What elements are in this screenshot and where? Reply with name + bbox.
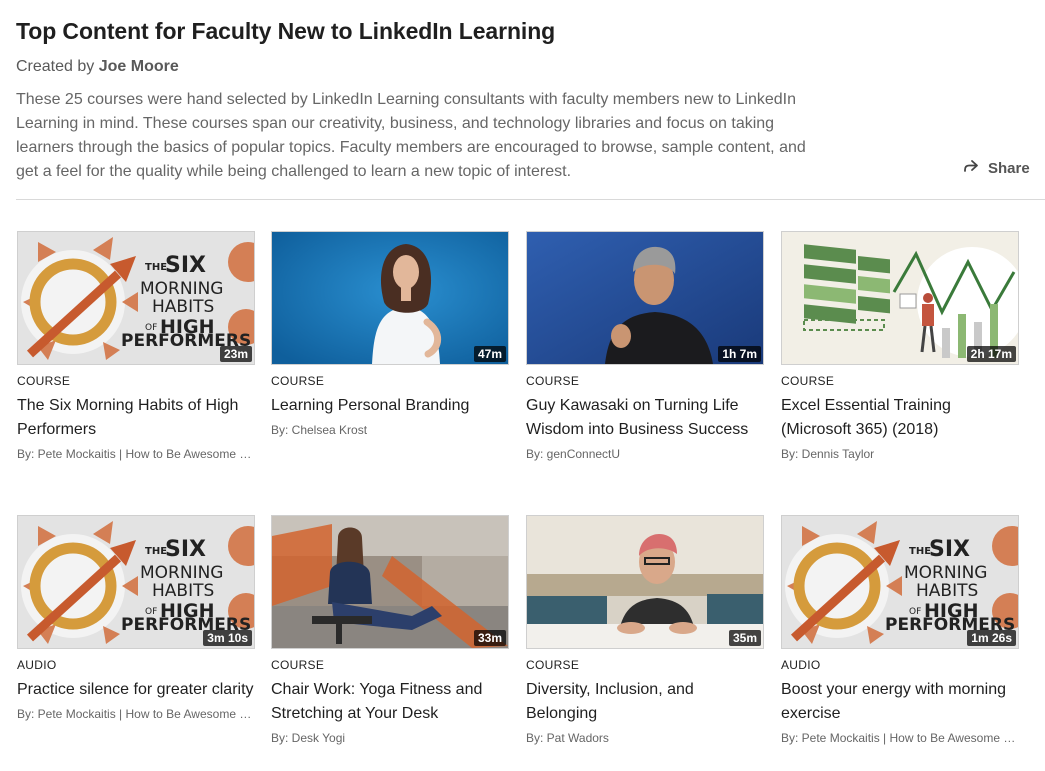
content-type-label: COURSE xyxy=(781,374,835,388)
content-type-label: COURSE xyxy=(271,658,325,672)
card-author: By: Dennis Taylor xyxy=(781,447,875,461)
svg-text:THE: THE xyxy=(145,262,167,273)
card-thumbnail[interactable]: THE SIX MORNING HABITS OF HIGH PERFORMER… xyxy=(17,231,255,365)
card-thumbnail[interactable]: THE SIX MORNING HABITS OF HIGH PERFORMER… xyxy=(781,515,1019,649)
card-author: By: Desk Yogi xyxy=(271,731,346,745)
content-type-label: COURSE xyxy=(526,374,580,388)
card-thumbnail[interactable]: 2h 17m xyxy=(781,231,1019,365)
svg-text:MORNING: MORNING xyxy=(140,279,223,299)
duration-badge: 1m 26s xyxy=(967,630,1016,646)
card-author: By: Pete Mockaitis | How to Be Awesome a… xyxy=(17,447,255,461)
duration-badge: 33m xyxy=(473,630,506,646)
share-label: Share xyxy=(988,159,1030,177)
content-card[interactable]: 35m COURSE Diversity, Inclusion, and Bel… xyxy=(526,515,764,745)
share-arrow-icon xyxy=(962,157,980,179)
card-author: By: Pat Wadors xyxy=(526,731,609,745)
card-title[interactable]: Chair Work: Yoga Fitness and Stretching … xyxy=(271,678,509,726)
author-name[interactable]: Joe Moore xyxy=(99,58,179,75)
svg-text:SIX: SIX xyxy=(929,537,970,562)
duration-badge: 35m xyxy=(728,630,761,646)
svg-text:MORNING: MORNING xyxy=(140,563,223,583)
created-by-prefix: Created by xyxy=(16,58,95,75)
excel-illustration-thumbnail xyxy=(782,232,1018,364)
presenter-thumbnail xyxy=(527,516,763,648)
card-title[interactable]: Diversity, Inclusion, and Belonging xyxy=(526,678,764,726)
svg-text:HABITS: HABITS xyxy=(152,581,214,601)
svg-text:HABITS: HABITS xyxy=(152,297,214,317)
card-thumbnail[interactable]: 35m xyxy=(526,515,764,649)
card-title[interactable]: Learning Personal Branding xyxy=(271,394,509,418)
duration-badge: 47m xyxy=(473,346,506,362)
page-title: Top Content for Faculty New to LinkedIn … xyxy=(16,18,556,44)
svg-text:THE: THE xyxy=(909,546,931,557)
content-card[interactable]: THE SIX MORNING HABITS OF HIGH PERFORMER… xyxy=(17,231,255,461)
svg-text:HABITS: HABITS xyxy=(916,581,978,601)
content-card[interactable]: 1h 7m COURSE Guy Kawasaki on Turning Lif… xyxy=(526,231,764,461)
content-card[interactable]: 47m COURSE Learning Personal Branding By… xyxy=(271,231,509,437)
card-title[interactable]: The Six Morning Habits of High Performer… xyxy=(17,394,255,442)
svg-text:THE: THE xyxy=(145,546,167,557)
speaker-thumbnail xyxy=(527,232,763,364)
svg-text:SIX: SIX xyxy=(165,537,206,562)
content-card[interactable]: THE SIX MORNING HABITS OF HIGH PERFORMER… xyxy=(17,515,255,721)
card-thumbnail[interactable]: 47m xyxy=(271,231,509,365)
share-button[interactable]: Share xyxy=(962,157,1030,179)
content-card[interactable]: 2h 17m COURSE Excel Essential Training (… xyxy=(781,231,1019,461)
card-title[interactable]: Practice silence for greater clarity xyxy=(17,678,255,702)
six-habits-thumbnail: THE SIX MORNING HABITS OF HIGH PERFORMER… xyxy=(18,232,254,364)
content-type-label: AUDIO xyxy=(781,658,821,672)
duration-badge: 2h 17m xyxy=(966,346,1016,362)
card-thumbnail[interactable]: THE SIX MORNING HABITS OF HIGH PERFORMER… xyxy=(17,515,255,649)
content-type-label: AUDIO xyxy=(17,658,57,672)
card-title[interactable]: Excel Essential Training (Microsoft 365)… xyxy=(781,394,1019,442)
yoga-office-thumbnail xyxy=(272,516,508,648)
card-author: By: genConnectU xyxy=(526,447,621,461)
created-by: Created by Joe Moore xyxy=(16,58,179,76)
content-type-label: COURSE xyxy=(17,374,71,388)
collection-description: These 25 courses were hand selected by L… xyxy=(16,91,806,180)
content-card[interactable]: 33m COURSE Chair Work: Yoga Fitness and … xyxy=(271,515,509,745)
content-card[interactable]: THE SIX MORNING HABITS OF HIGH PERFORMER… xyxy=(781,515,1019,745)
card-thumbnail[interactable]: 33m xyxy=(271,515,509,649)
personal-branding-thumbnail xyxy=(272,232,508,364)
card-thumbnail[interactable]: 1h 7m xyxy=(526,231,764,365)
duration-badge: 1h 7m xyxy=(718,346,761,362)
six-habits-thumbnail: THE SIX MORNING HABITS OF HIGH PERFORMER… xyxy=(782,516,1018,648)
card-author: By: Pete Mockaitis | How to Be Awesome a… xyxy=(781,731,1019,745)
six-habits-thumbnail: THE SIX MORNING HABITS OF HIGH PERFORMER… xyxy=(18,516,254,648)
card-title[interactable]: Boost your energy with morning exercise xyxy=(781,678,1019,726)
header-divider xyxy=(16,199,1045,200)
card-author: By: Chelsea Krost xyxy=(271,423,368,437)
content-type-label: COURSE xyxy=(526,658,580,672)
content-type-label: COURSE xyxy=(271,374,325,388)
svg-text:SIX: SIX xyxy=(165,253,206,278)
duration-badge: 3m 10s xyxy=(203,630,252,646)
card-title[interactable]: Guy Kawasaki on Turning Life Wisdom into… xyxy=(526,394,764,442)
card-author: By: Pete Mockaitis | How to Be Awesome a… xyxy=(17,707,255,721)
duration-badge: 23m xyxy=(219,346,252,362)
svg-text:MORNING: MORNING xyxy=(904,563,987,583)
